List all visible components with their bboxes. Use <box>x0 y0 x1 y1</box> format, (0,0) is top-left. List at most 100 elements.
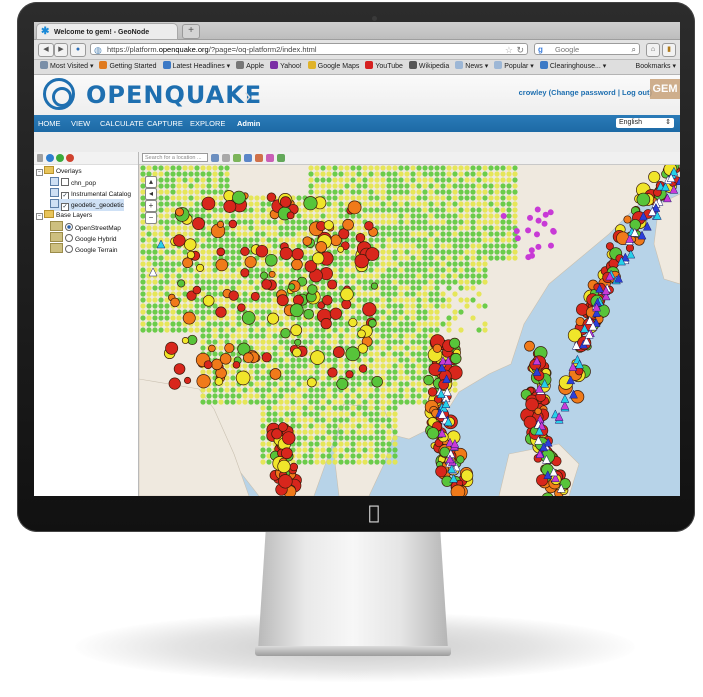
earthquake-marker[interactable] <box>244 255 257 269</box>
pan-icon[interactable] <box>222 154 230 162</box>
bookmark-item[interactable]: Getting Started <box>99 60 157 74</box>
earthquake-marker[interactable] <box>268 270 276 278</box>
earthquake-marker[interactable] <box>255 244 269 258</box>
earthquake-marker[interactable] <box>286 211 295 220</box>
collapse-icon[interactable]: − <box>36 169 43 176</box>
bookmark-item[interactable]: Clearinghouse... ▾ <box>539 60 606 74</box>
earthquake-marker[interactable] <box>267 312 280 325</box>
earthquake-marker[interactable] <box>302 236 313 246</box>
bookmark-item[interactable]: News ▾ <box>455 60 488 74</box>
home-page-icon[interactable]: ● <box>70 43 86 57</box>
openquake-logo-icon[interactable] <box>43 78 75 110</box>
earthquake-marker[interactable] <box>177 279 186 288</box>
earthquake-marker[interactable] <box>523 415 537 429</box>
earthquake-marker[interactable] <box>460 469 474 482</box>
layer-checkbox[interactable] <box>61 178 69 186</box>
earthquake-marker[interactable] <box>357 343 368 354</box>
earthquake-marker[interactable] <box>323 220 334 231</box>
info-icon[interactable] <box>46 154 54 162</box>
search-icon[interactable]: ⌕ <box>632 44 636 56</box>
base-layer-radio[interactable] <box>65 223 73 231</box>
geodetic-point[interactable] <box>528 252 535 259</box>
menu-home[interactable]: HOME <box>38 115 61 132</box>
geodetic-point[interactable] <box>500 212 507 219</box>
earthquake-marker[interactable] <box>345 346 361 362</box>
earthquake-marker[interactable] <box>202 294 215 307</box>
earthquake-marker[interactable] <box>215 258 229 272</box>
earthquake-marker[interactable] <box>288 283 296 291</box>
earthquake-marker[interactable] <box>534 407 542 415</box>
earthquake-marker[interactable] <box>265 253 278 267</box>
bookmark-item[interactable]: Wikipedia <box>408 60 449 74</box>
earthquake-marker[interactable] <box>333 346 345 358</box>
user-account-links[interactable]: crowley (Change password | Log out) <box>519 88 652 97</box>
earthquake-marker[interactable] <box>355 233 366 243</box>
earthquake-marker[interactable] <box>182 311 196 325</box>
next-extent-icon[interactable] <box>277 154 285 162</box>
base-layer-google-terrain[interactable]: Google Terrain <box>50 243 118 255</box>
earthquake-marker[interactable] <box>294 338 302 346</box>
bookmark-item[interactable]: Popular ▾ <box>494 60 534 74</box>
geodetic-point[interactable] <box>542 211 549 218</box>
zoom-box-icon[interactable] <box>244 154 252 162</box>
earthquake-marker[interactable] <box>184 238 197 251</box>
earthquake-marker[interactable] <box>289 462 299 472</box>
web-search-input[interactable]: g Google ⌕ <box>534 43 640 55</box>
earthquake-marker[interactable] <box>170 297 180 308</box>
earthquake-marker[interactable] <box>186 250 195 260</box>
earthquake-marker[interactable] <box>524 340 535 352</box>
url-bar[interactable]: ◍ https://platform.openquake.org/?page=/… <box>90 43 528 55</box>
earthquake-marker[interactable] <box>276 294 289 307</box>
geodetic-point[interactable] <box>541 220 548 227</box>
earthquake-marker[interactable] <box>240 246 250 257</box>
earthquake-marker[interactable] <box>165 341 179 355</box>
geodetic-point[interactable] <box>550 228 557 235</box>
app-logo[interactable]: OPENQUAKE <box>86 81 262 109</box>
earthquake-marker[interactable] <box>228 219 238 229</box>
earthquake-marker[interactable] <box>292 347 302 358</box>
earthquake-marker[interactable] <box>237 303 246 312</box>
bookmark-item[interactable]: YouTube <box>365 60 403 74</box>
earthquake-marker[interactable] <box>279 196 292 208</box>
earthquake-marker[interactable] <box>427 387 438 397</box>
earthquake-marker[interactable] <box>173 363 186 375</box>
earthquake-marker[interactable] <box>456 455 465 464</box>
base-layers-folder[interactable]: − Base Layers <box>36 210 92 220</box>
earthquake-marker[interactable] <box>192 217 205 230</box>
earthquake-marker[interactable] <box>289 303 304 318</box>
earthquake-marker[interactable] <box>322 294 333 306</box>
earthquake-marker[interactable] <box>307 284 318 295</box>
collapse-icon[interactable]: − <box>36 213 43 220</box>
geodetic-point[interactable] <box>535 217 542 224</box>
earthquake-marker[interactable] <box>293 294 304 306</box>
earthquake-marker[interactable] <box>260 271 269 280</box>
earthquake-marker[interactable] <box>219 353 232 365</box>
earthquake-marker[interactable] <box>365 247 380 261</box>
earthquake-marker[interactable] <box>175 207 184 217</box>
bookmarks-menu[interactable]: Bookmarks ▾ <box>636 60 676 74</box>
earthquake-marker[interactable] <box>426 427 440 440</box>
earthquake-marker[interactable] <box>168 377 181 390</box>
earthquake-marker[interactable] <box>345 370 354 379</box>
earthquake-marker[interactable] <box>329 307 342 320</box>
menu-calculate[interactable]: CALCULATE <box>100 115 144 132</box>
home-button[interactable]: ⌂ <box>646 43 660 57</box>
search-go-icon[interactable] <box>211 154 219 162</box>
earthquake-marker[interactable] <box>224 342 235 354</box>
earthquake-marker[interactable] <box>280 328 291 339</box>
earthquake-marker[interactable] <box>625 243 635 253</box>
zoom-out-button[interactable]: − <box>145 212 157 224</box>
earthquake-marker[interactable] <box>327 279 338 290</box>
earthquake-marker[interactable] <box>575 367 584 376</box>
earthquake-marker[interactable] <box>277 459 291 474</box>
geodetic-point[interactable] <box>547 242 554 249</box>
earthquake-marker[interactable] <box>370 282 378 290</box>
earthquake-marker[interactable] <box>450 352 462 365</box>
earthquake-marker[interactable] <box>348 317 358 328</box>
earthquake-marker[interactable] <box>312 252 325 265</box>
earthquake-marker[interactable] <box>291 247 304 261</box>
earthquake-marker[interactable] <box>216 247 226 257</box>
bookmark-item[interactable]: Most Visited ▾ <box>40 60 93 74</box>
earthquake-marker[interactable] <box>337 245 345 253</box>
bookmark-item[interactable]: Apple <box>236 60 264 74</box>
